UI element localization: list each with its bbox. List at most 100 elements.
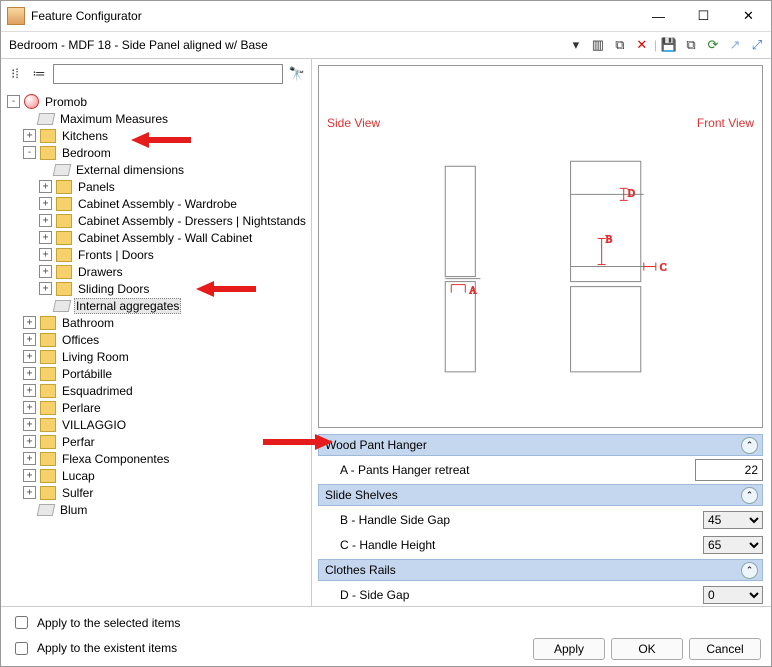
tree-node-bed-4[interactable]: +Panels bbox=[7, 178, 309, 195]
tree-node-top-13[interactable]: +Offices bbox=[7, 331, 309, 348]
apply-selected-row[interactable]: Apply to the selected items bbox=[11, 613, 761, 632]
tree-label: Fronts | Doors bbox=[76, 248, 156, 262]
tree-view[interactable]: -Promob Maximum Measures+Kitchens-Bedroom… bbox=[1, 89, 311, 606]
expand-icon[interactable]: ⤢ bbox=[747, 35, 767, 55]
tree-label: Bedroom bbox=[60, 146, 113, 160]
tree-node-bed-6[interactable]: +Cabinet Assembly - Dressers | Nightstan… bbox=[7, 212, 309, 229]
parameters-panel: Wood Pant Hanger⌃ A - Pants Hanger retrea… bbox=[318, 434, 763, 606]
dim-d: D bbox=[628, 188, 635, 199]
module-icon[interactable]: ▥ bbox=[588, 35, 608, 55]
dropdown-icon[interactable]: ▾ bbox=[566, 35, 586, 55]
link-icon[interactable]: ↗ bbox=[725, 35, 745, 55]
tree-node-bed-8[interactable]: +Fronts | Doors bbox=[7, 246, 309, 263]
tree-label: Blum bbox=[58, 503, 89, 517]
apply-button[interactable]: Apply bbox=[533, 638, 605, 660]
preview-panel: Side View Front View A bbox=[318, 65, 763, 428]
tree-tool-icon-2[interactable]: ≔ bbox=[29, 64, 49, 84]
param-row-1-0: B - Handle Side Gap 45 bbox=[318, 509, 763, 531]
tree-pane: ⁝⁞ ≔ 🔭 -Promob Maximum Measures+Kitchens-… bbox=[1, 59, 312, 606]
param-row-2-0: D - Side Gap 0 bbox=[318, 584, 763, 606]
refresh-icon[interactable]: ⟳ bbox=[703, 35, 723, 55]
section-header-0[interactable]: Wood Pant Hanger⌃ bbox=[318, 434, 763, 456]
collapse-icon[interactable]: ⌃ bbox=[741, 562, 758, 579]
tree-label: Cabinet Assembly - Dressers | Nightstand… bbox=[76, 214, 308, 228]
tree-tool-icon-1[interactable]: ⁝⁞ bbox=[5, 64, 25, 84]
tree-node-bed-9[interactable]: +Drawers bbox=[7, 263, 309, 280]
save-icon[interactable]: 💾 bbox=[659, 35, 679, 55]
param-label: D - Side Gap bbox=[340, 588, 697, 602]
collapse-icon[interactable]: ⌃ bbox=[741, 487, 758, 504]
detail-pane: Side View Front View A bbox=[312, 59, 771, 606]
duplicate-icon[interactable]: ⧉ bbox=[610, 35, 630, 55]
path-toolbar: Bedroom - MDF 18 - Side Panel aligned w/… bbox=[1, 32, 771, 59]
minimize-button[interactable]: — bbox=[636, 2, 681, 30]
dim-a: A bbox=[469, 286, 477, 297]
param-input-2-0[interactable]: 0 bbox=[703, 586, 763, 604]
tree-label: Offices bbox=[60, 333, 101, 347]
close-button[interactable]: ✕ bbox=[726, 2, 771, 30]
tree-node-top-21[interactable]: +Lucap bbox=[7, 467, 309, 484]
apply-selected-checkbox[interactable] bbox=[15, 616, 28, 629]
tree-node-top-16[interactable]: +Esquadrimed bbox=[7, 382, 309, 399]
tree-node-blum[interactable]: Blum bbox=[7, 501, 309, 518]
tree-node-top-20[interactable]: +Flexa Componentes bbox=[7, 450, 309, 467]
tree-node-bedroom[interactable]: -Bedroom bbox=[7, 144, 309, 161]
collapse-icon[interactable]: ⌃ bbox=[741, 437, 758, 454]
param-input-0-0[interactable] bbox=[695, 459, 763, 481]
window-title: Feature Configurator bbox=[31, 9, 636, 23]
button-row: Apply OK Cancel bbox=[533, 638, 761, 660]
tree-node-max-measures[interactable]: Maximum Measures bbox=[7, 110, 309, 127]
tree-label: Bathroom bbox=[60, 316, 116, 330]
apply-selected-label: Apply to the selected items bbox=[37, 616, 180, 630]
param-input-1-0[interactable]: 45 bbox=[703, 511, 763, 529]
tree-label: Esquadrimed bbox=[60, 384, 135, 398]
tree-node-bed-10[interactable]: +Sliding Doors bbox=[7, 280, 309, 297]
binoculars-icon[interactable]: 🔭 bbox=[287, 64, 307, 84]
tree-node-top-14[interactable]: +Living Room bbox=[7, 348, 309, 365]
tree-label: Perlare bbox=[60, 401, 103, 415]
tree-label: Drawers bbox=[76, 265, 125, 279]
tree-node-ext-dim[interactable]: External dimensions bbox=[7, 161, 309, 178]
view-label-side: Side View bbox=[327, 116, 380, 130]
tree-label: Kitchens bbox=[60, 129, 110, 143]
tree-node-top-19[interactable]: +Perfar bbox=[7, 433, 309, 450]
tree-node-top-12[interactable]: +Bathroom bbox=[7, 314, 309, 331]
ok-button[interactable]: OK bbox=[611, 638, 683, 660]
titlebar: Feature Configurator — ☐ ✕ bbox=[1, 1, 771, 32]
section-header-1[interactable]: Slide Shelves ⌃ bbox=[318, 484, 763, 506]
tree-label: Living Room bbox=[60, 350, 131, 364]
tree-node-internal-aggregates[interactable]: Internal aggregates bbox=[7, 297, 309, 314]
preview-drawing: A B C D bbox=[319, 66, 762, 427]
tree-node-top-22[interactable]: +Sulfer bbox=[7, 484, 309, 501]
section-title: Clothes Rails bbox=[325, 563, 396, 577]
tree-node-bed-5[interactable]: +Cabinet Assembly - Wardrobe bbox=[7, 195, 309, 212]
cancel-button[interactable]: Cancel bbox=[689, 638, 761, 660]
tree-node-top-18[interactable]: +VILLAGGIO bbox=[7, 416, 309, 433]
tree-label: Cabinet Assembly - Wall Cabinet bbox=[76, 231, 254, 245]
section-header-2[interactable]: Clothes Rails ⌃ bbox=[318, 559, 763, 581]
tree-node-kitchens[interactable]: +Kitchens bbox=[7, 127, 309, 144]
delete-icon[interactable]: ✕ bbox=[632, 35, 652, 55]
tree-node-root[interactable]: -Promob bbox=[7, 93, 309, 110]
breadcrumb[interactable]: Bedroom - MDF 18 - Side Panel aligned w/… bbox=[5, 38, 564, 52]
apply-existent-row[interactable]: Apply to the existent items bbox=[11, 639, 533, 658]
section-title: Slide Shelves bbox=[325, 488, 398, 502]
app-icon bbox=[7, 7, 25, 25]
param-row-0-0: A - Pants Hanger retreat bbox=[318, 459, 763, 481]
param-row-1-1: C - Handle Height65 bbox=[318, 534, 763, 556]
window: Feature Configurator — ☐ ✕ Bedroom - MDF… bbox=[0, 0, 772, 667]
copy-icon[interactable]: ⧉ bbox=[681, 35, 701, 55]
apply-existent-checkbox[interactable] bbox=[15, 642, 28, 655]
search-input[interactable] bbox=[53, 64, 283, 84]
tree-label: Flexa Componentes bbox=[60, 452, 171, 466]
tree-label: Maximum Measures bbox=[58, 112, 170, 126]
tree-label: VILLAGGIO bbox=[60, 418, 128, 432]
bottom-bar: Apply to the selected items Apply to the… bbox=[1, 606, 771, 666]
param-label: B - Handle Side Gap bbox=[340, 513, 697, 527]
tree-node-bed-7[interactable]: +Cabinet Assembly - Wall Cabinet bbox=[7, 229, 309, 246]
tree-label: Promob bbox=[43, 95, 89, 109]
tree-node-top-17[interactable]: +Perlare bbox=[7, 399, 309, 416]
maximize-button[interactable]: ☐ bbox=[681, 2, 726, 30]
param-input-1-1[interactable]: 65 bbox=[703, 536, 763, 554]
tree-node-top-15[interactable]: +Portábille bbox=[7, 365, 309, 382]
